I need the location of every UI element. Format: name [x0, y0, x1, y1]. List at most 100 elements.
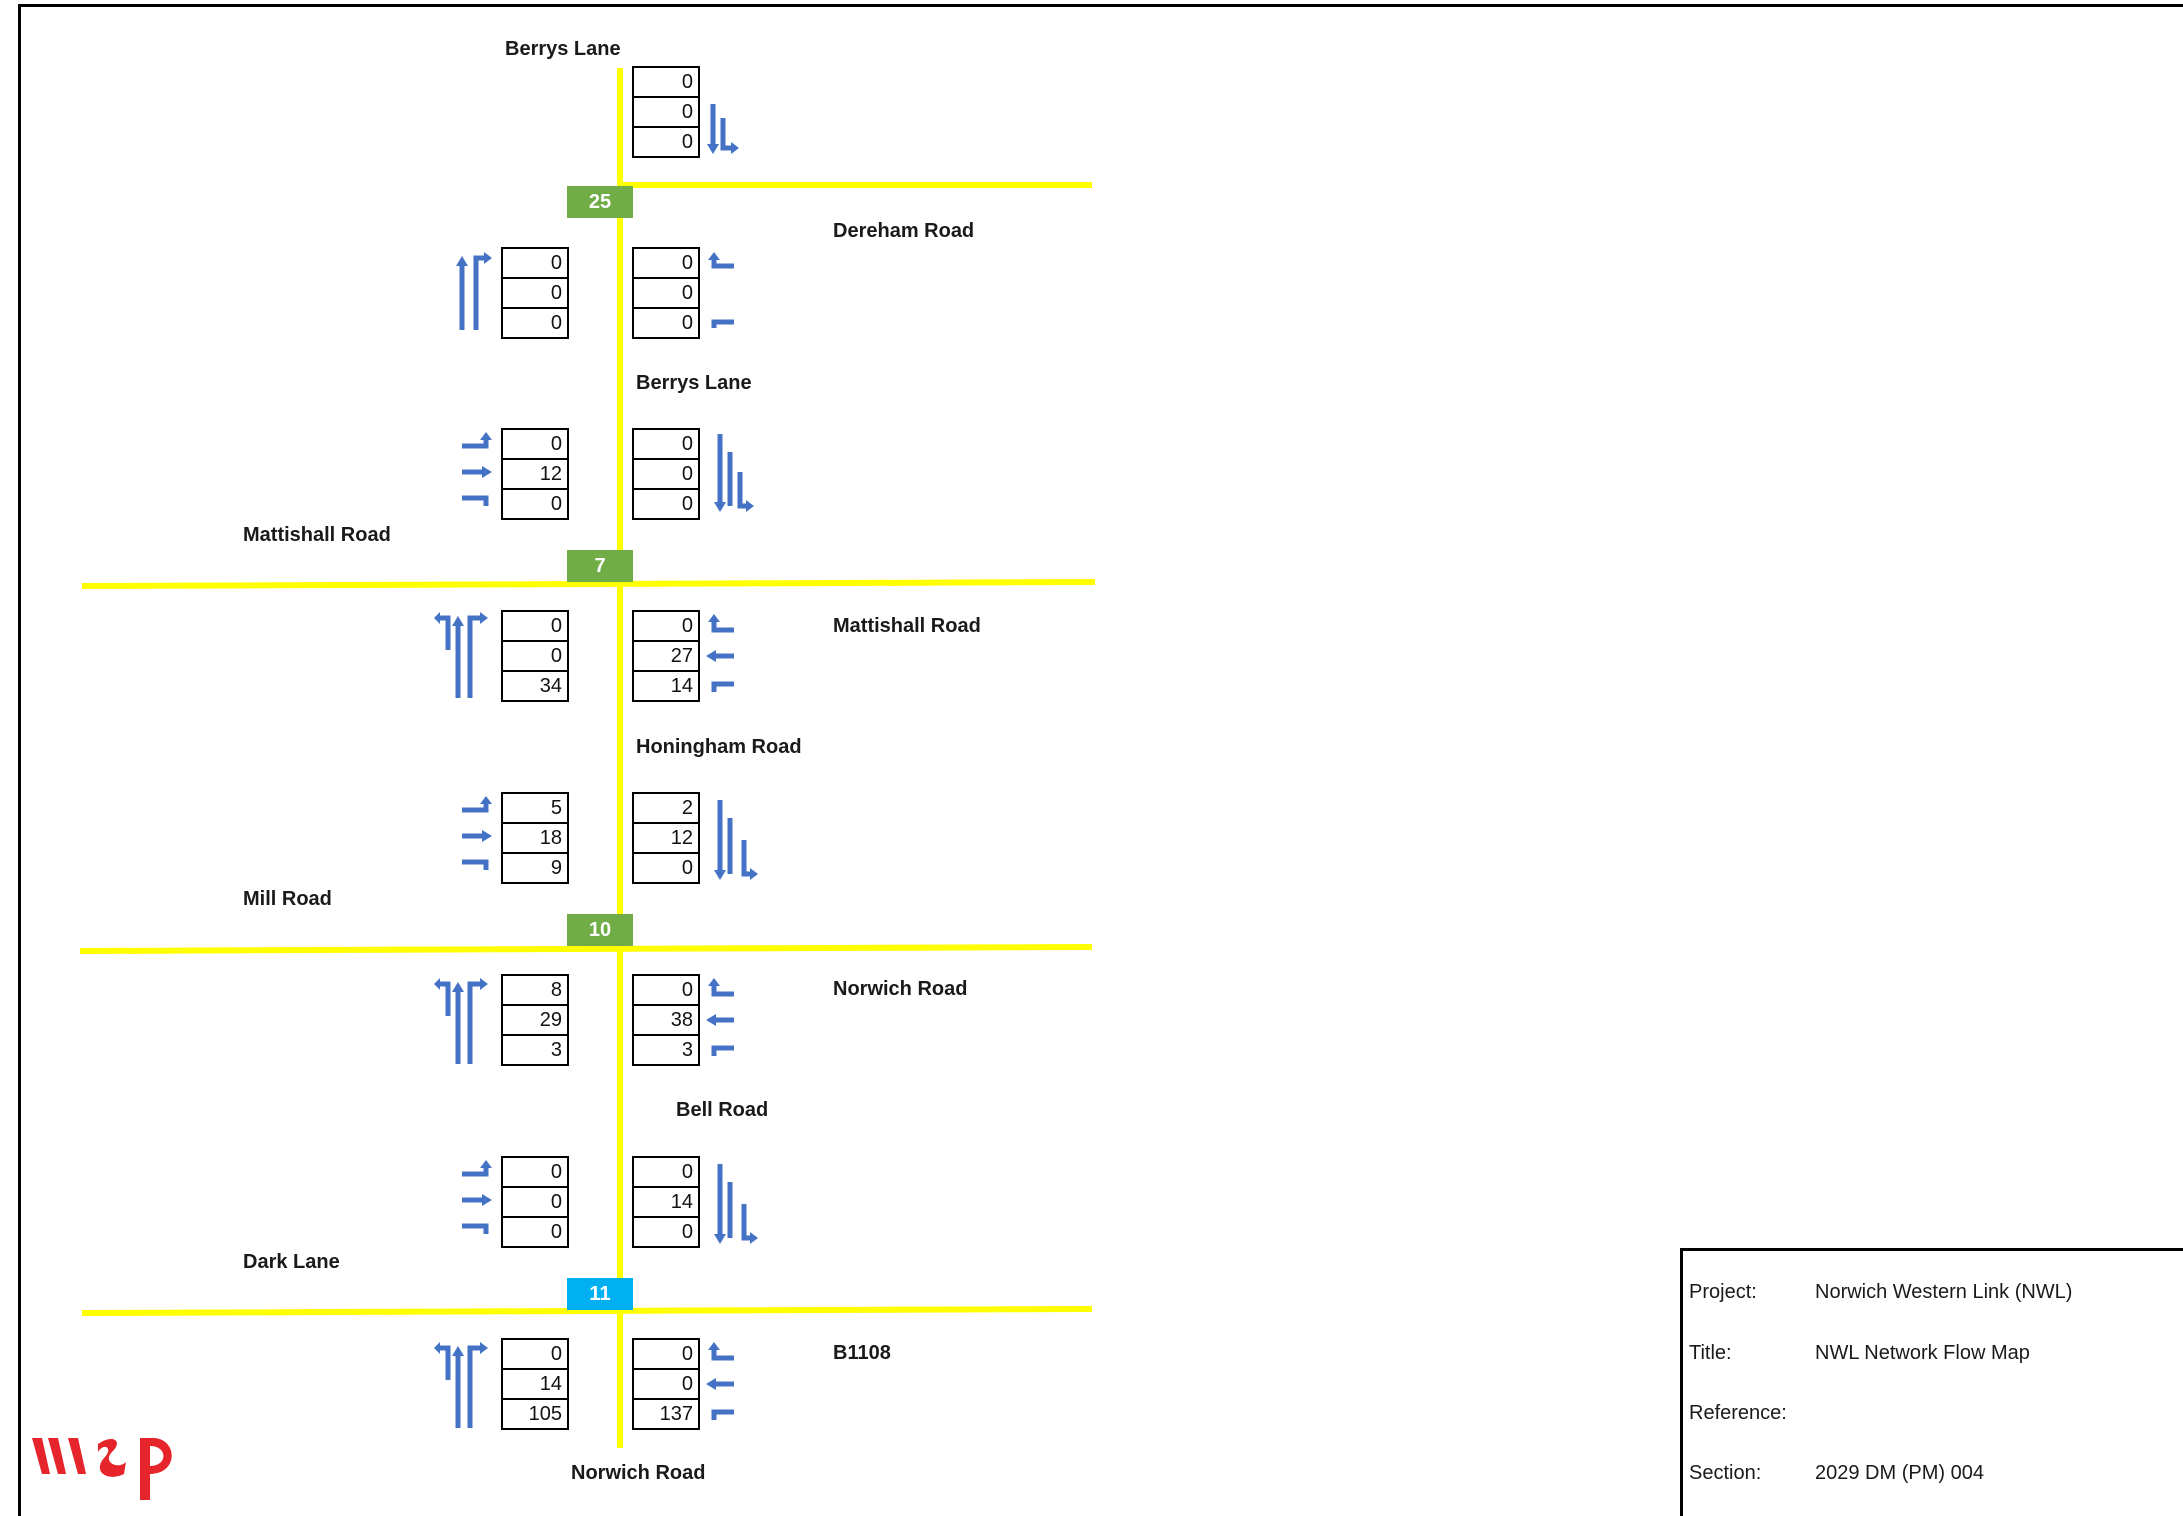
- flow-value: 0: [501, 247, 569, 279]
- road-mattishall: [81, 579, 1096, 589]
- flow-value: 0: [501, 307, 569, 339]
- road-mill-norwich: [79, 944, 1093, 954]
- flow-value: 3: [501, 1034, 569, 1066]
- flow-value: 9: [501, 852, 569, 884]
- section-label: Section:: [1689, 1462, 1762, 1484]
- project-row: Project: Norwich Western Link (NWL): [1689, 1281, 2072, 1304]
- title-row: Title: NWL Network Flow Map: [1689, 1342, 2030, 1365]
- road-label: Mattishall Road: [833, 615, 981, 637]
- section-value: 2029 DM (PM) 004: [1815, 1462, 1984, 1484]
- flow-box: 0 0 0: [632, 66, 700, 158]
- flow-value: 0: [632, 96, 700, 128]
- road-label: Norwich Road: [571, 1462, 706, 1484]
- road-label: Norwich Road: [833, 978, 968, 1000]
- westbound-movement-arrows-icon: [708, 252, 734, 328]
- southbound-movement-arrows-icon: [714, 800, 758, 880]
- road-label: Berrys Lane: [505, 38, 621, 60]
- junction-badge: 10: [567, 914, 633, 946]
- flow-value: 0: [632, 488, 700, 520]
- flow-value: 0: [632, 277, 700, 309]
- road-label: Dereham Road: [833, 220, 975, 242]
- flow-value: 0: [501, 1186, 569, 1218]
- flow-value: 0: [632, 1156, 700, 1188]
- flow-value: 0: [632, 126, 700, 158]
- flow-value: 14: [632, 1186, 700, 1218]
- eastbound-movement-arrows-icon: [462, 432, 492, 506]
- title-block: Project: Norwich Western Link (NWL) Title…: [1680, 1248, 2183, 1516]
- flow-value: 0: [501, 640, 569, 672]
- westbound-movement-arrows-icon: [706, 1342, 734, 1420]
- flow-value: 0: [632, 1368, 700, 1400]
- flow-value: 12: [501, 458, 569, 490]
- flow-value: 0: [632, 247, 700, 279]
- flow-value: 105: [501, 1398, 569, 1430]
- flow-value: 14: [632, 670, 700, 702]
- flow-value: 38: [632, 1004, 700, 1036]
- flow-box: 0 0 0: [632, 428, 700, 520]
- flow-box: 0 0 0: [632, 247, 700, 339]
- flow-value: 0: [501, 488, 569, 520]
- flow-value: 0: [501, 1156, 569, 1188]
- road-label: B1108: [833, 1342, 891, 1364]
- flow-box: 0 38 3: [632, 974, 700, 1066]
- southbound-movement-arrows-icon: [707, 104, 739, 154]
- road-label: Berrys Lane: [636, 372, 752, 394]
- flow-box: 8 29 3: [501, 974, 569, 1066]
- flow-value: 18: [501, 822, 569, 854]
- road-label: Mattishall Road: [243, 524, 391, 546]
- flow-box: 0 0 0: [501, 1156, 569, 1248]
- flow-box: 0 0 0: [501, 247, 569, 339]
- flow-value: 0: [632, 458, 700, 490]
- northbound-movement-arrows-icon: [434, 978, 488, 1064]
- southbound-movement-arrows-icon: [714, 434, 754, 512]
- westbound-movement-arrows-icon: [706, 614, 734, 692]
- flow-value: 14: [501, 1368, 569, 1400]
- flow-value: 137: [632, 1398, 700, 1430]
- flow-box: 0 27 14: [632, 610, 700, 702]
- title-value: NWL Network Flow Map: [1815, 1342, 2030, 1364]
- northbound-movement-arrows-icon: [456, 252, 492, 330]
- reference-label: Reference:: [1689, 1402, 1787, 1424]
- road-label: Bell Road: [676, 1099, 769, 1121]
- flow-value: 0: [501, 277, 569, 309]
- junction-badge: 11: [567, 1278, 633, 1310]
- flow-box: 5 18 9: [501, 792, 569, 884]
- project-label: Project:: [1689, 1281, 1757, 1303]
- flow-box: 2 12 0: [632, 792, 700, 884]
- flow-value: 0: [632, 610, 700, 642]
- flow-value: 0: [632, 428, 700, 460]
- flow-box: 0 14 0: [632, 1156, 700, 1248]
- flow-value: 27: [632, 640, 700, 672]
- flow-value: 0: [501, 1216, 569, 1248]
- junction-badge: 25: [567, 186, 633, 218]
- flow-value: 34: [501, 670, 569, 702]
- northbound-movement-arrows-icon: [434, 612, 488, 698]
- flow-value: 0: [632, 66, 700, 98]
- eastbound-movement-arrows-icon: [462, 796, 492, 870]
- flow-value: 0: [632, 307, 700, 339]
- flow-value: 0: [632, 1216, 700, 1248]
- project-value: Norwich Western Link (NWL): [1815, 1281, 2073, 1303]
- road-label: Dark Lane: [243, 1251, 340, 1273]
- flow-value: 0: [501, 610, 569, 642]
- flow-value: 3: [632, 1034, 700, 1066]
- flow-box: 0 0 34: [501, 610, 569, 702]
- flow-value: 0: [501, 428, 569, 460]
- flow-value: 0: [632, 1338, 700, 1370]
- flow-value: 12: [632, 822, 700, 854]
- westbound-movement-arrows-icon: [706, 978, 734, 1056]
- northbound-movement-arrows-icon: [434, 1342, 488, 1428]
- eastbound-movement-arrows-icon: [462, 1160, 492, 1234]
- flow-value: 0: [632, 974, 700, 1006]
- flow-value: 0: [632, 852, 700, 884]
- flow-box: 0 14 105: [501, 1338, 569, 1430]
- wsp-logo: [32, 1437, 172, 1500]
- flow-value: 5: [501, 792, 569, 824]
- southbound-movement-arrows-icon: [714, 1164, 758, 1244]
- section-row: Section: 2029 DM (PM) 004: [1689, 1462, 1984, 1485]
- flow-box: 0 0 137: [632, 1338, 700, 1430]
- title-label: Title:: [1689, 1342, 1732, 1364]
- flow-value: 8: [501, 974, 569, 1006]
- junction-badge: 7: [567, 550, 633, 582]
- reference-row: Reference:: [1689, 1402, 1815, 1425]
